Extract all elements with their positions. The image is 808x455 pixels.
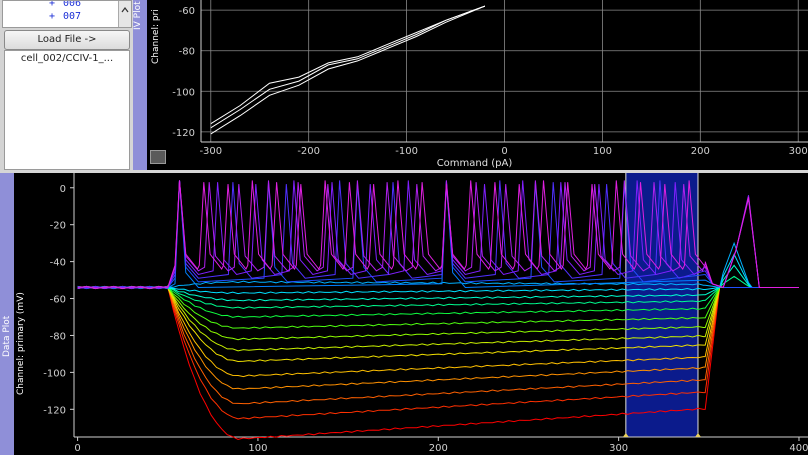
tree-item-007[interactable]: + 007 [3,11,119,24]
data-plot-canvas[interactable]: 0 -20 -40 -60 -80 -100 -120 0 100 200 300 400 [0,173,808,455]
up-arrow-icon[interactable] [119,4,131,16]
iv-ytick-label: -120 [172,128,195,139]
loaded-files-list[interactable]: cell_002/CCIV-1_... [4,50,130,170]
iv-xtick-label: -200 [297,146,320,157]
data-ytick-label: -20 [50,221,66,232]
data-xtick-label: 300 [609,443,628,454]
data-xtick-label: 200 [429,443,448,454]
iv-series-0 [210,5,486,135]
iv-xtick-label: 200 [691,146,710,157]
data-ytick-label: -40 [50,258,66,269]
iv-ytick-label: -100 [172,87,195,98]
file-tree[interactable]: + 006 + 007 [2,0,132,28]
iv-xlabel: Command (pA) [437,158,513,169]
file-panel: + 006 + 007 Load File -> cell_002/CCIV-1… [0,0,132,170]
iv-ytick-label: -80 [179,47,195,58]
data-ytick-label: -80 [50,331,66,342]
data-ytick-label: -60 [50,295,66,306]
iv-ytick-label: -60 [179,6,195,17]
iv-xtick-label: -100 [395,146,418,157]
tree-item-006[interactable]: + 006 [3,0,119,11]
loaded-file-item[interactable]: cell_002/CCIV-1_... [5,53,129,64]
data-xtick-label: 0 [74,443,80,454]
tree-item-label: 007 [63,11,82,22]
iv-xtick-label: 0 [501,146,507,157]
data-ytick-label: -100 [43,368,66,379]
data-ytick-label: -120 [43,405,66,416]
tree-item-label: 006 [63,0,82,9]
tree-scrollbar[interactable] [118,1,131,27]
iv-xtick-label: -300 [199,146,222,157]
auto-range-button[interactable] [150,150,166,164]
iv-plot-canvas[interactable]: -60 -80 -100 -120 -300 -200 -100 0 100 200 300 Comm… [133,0,808,170]
expand-icon[interactable]: + [49,1,55,9]
iv-series-1 [210,5,486,129]
iv-xtick-label: 100 [593,146,612,157]
data-xtick-label: 100 [248,443,267,454]
load-file-button[interactable]: Load File -> [4,30,130,50]
data-xtick-label: 400 [789,443,808,454]
expand-icon[interactable]: + [49,11,55,22]
iv-xtick-label: 300 [789,146,808,157]
data-ytick-label: 0 [60,184,66,195]
